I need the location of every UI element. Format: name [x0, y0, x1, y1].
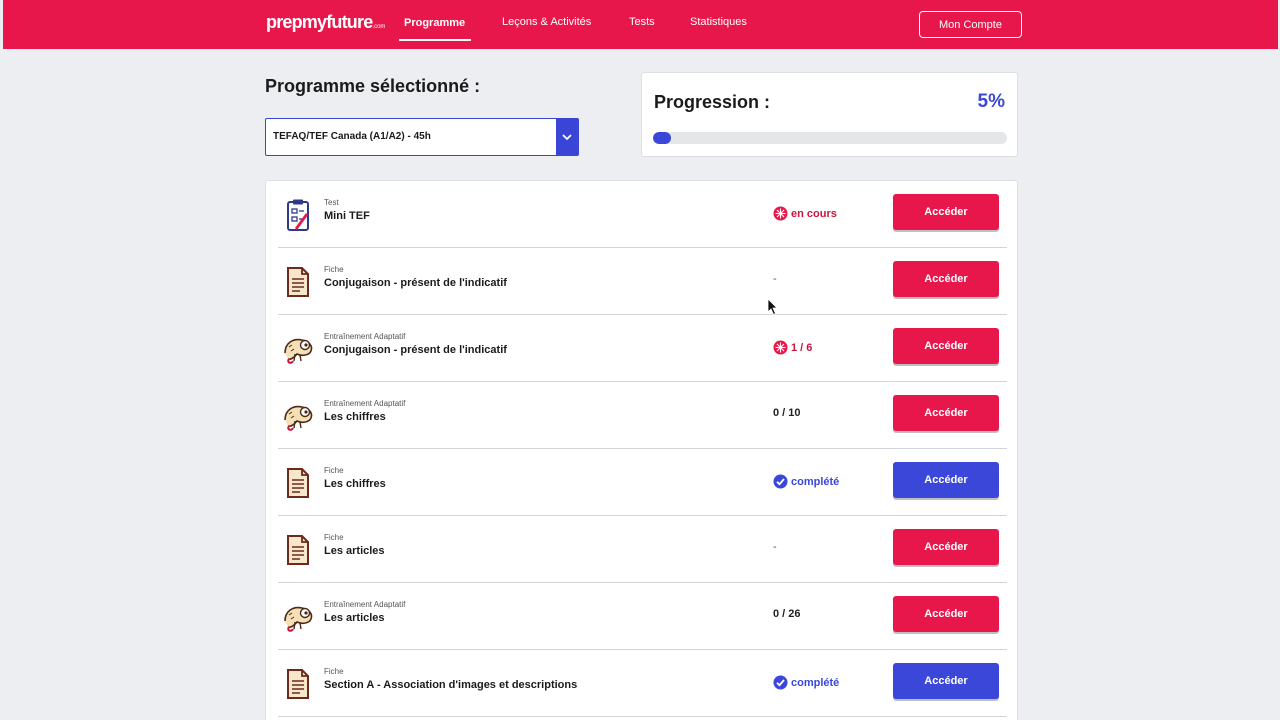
item-status-text: - — [773, 541, 777, 553]
list-item: Fiche Les articles - Accéder — [278, 516, 1007, 583]
item-status: - — [773, 273, 777, 285]
access-button[interactable]: Accéder — [893, 194, 999, 230]
logo[interactable]: prepmyfuture.com — [266, 12, 385, 33]
item-status: complété — [773, 675, 839, 690]
progress-bar — [653, 132, 1007, 144]
item-status-text: 1 / 6 — [791, 341, 813, 354]
item-status-text: 0 / 10 — [773, 407, 801, 419]
chameleon-icon — [280, 398, 316, 434]
mouse-cursor-icon — [767, 298, 778, 316]
item-type: Entraînement Adaptatif — [324, 399, 406, 408]
document-icon — [280, 666, 316, 702]
list-item: Entraînement Adaptatif Les articles 0 / 26… — [278, 583, 1007, 650]
program-select-value: TEFAQ/TEF Canada (A1/A2) - 45h — [273, 131, 431, 142]
item-type: Fiche — [324, 533, 344, 542]
top-navbar: prepmyfuture.com Programme Leçons & Acti… — [3, 0, 1278, 49]
program-selection-title: Programme sélectionné : — [265, 76, 481, 96]
item-status: 0 / 10 — [773, 407, 801, 419]
check-circle-icon — [773, 675, 788, 690]
progress-value: 5% — [977, 91, 1005, 112]
access-button[interactable]: Accéder — [893, 395, 999, 431]
item-type: Entraînement Adaptatif — [324, 332, 406, 341]
item-status: 0 / 26 — [773, 608, 801, 620]
account-button[interactable]: Mon Compte — [919, 11, 1022, 38]
item-type: Entraînement Adaptatif — [324, 600, 406, 609]
item-title: Les chiffres — [324, 478, 386, 490]
progress-card: Progression : 5% — [641, 72, 1018, 157]
access-button[interactable]: Accéder — [893, 328, 999, 364]
document-icon — [280, 264, 316, 300]
item-status-text: 0 / 26 — [773, 608, 801, 620]
item-status-text: - — [773, 273, 777, 285]
access-button[interactable]: Accéder — [893, 663, 999, 699]
item-title: Les chiffres — [324, 411, 386, 423]
item-title: Les articles — [324, 545, 385, 557]
in-progress-icon — [773, 340, 788, 355]
item-status: en cours — [773, 206, 837, 221]
item-type: Fiche — [324, 265, 344, 274]
item-title: Conjugaison - présent de l'indicatif — [324, 344, 507, 356]
activity-list: Test Mini TEF en cours Accéder Fiche Conjugai… — [265, 180, 1018, 720]
program-select[interactable]: TEFAQ/TEF Canada (A1/A2) - 45h — [265, 118, 579, 156]
item-title: Conjugaison - présent de l'indicatif — [324, 277, 507, 289]
logo-suffix: .com — [372, 24, 386, 30]
progress-bar-fill — [653, 132, 671, 144]
item-type: Fiche — [324, 466, 344, 475]
chameleon-icon — [280, 599, 316, 635]
nav-tests[interactable]: Tests — [629, 16, 655, 28]
item-title: Section A - Association d'images et desc… — [324, 679, 578, 691]
test-clipboard-icon — [280, 197, 316, 233]
chevron-down-icon[interactable] — [556, 119, 578, 155]
list-item: Entraînement Adaptatif Les chiffres 0 / 10… — [278, 382, 1007, 449]
nav-statistiques[interactable]: Statistiques — [690, 16, 747, 28]
document-icon — [280, 532, 316, 568]
item-title: Les articles — [324, 612, 385, 624]
chameleon-icon — [280, 331, 316, 367]
document-icon — [280, 465, 316, 501]
access-button[interactable]: Accéder — [893, 462, 999, 498]
list-item: Fiche Les chiffres complété Accéder — [278, 449, 1007, 516]
item-status-text: complété — [791, 475, 840, 488]
item-title: Mini TEF — [324, 210, 370, 222]
item-status-text: en cours — [791, 207, 837, 220]
list-item: Fiche Conjugaison - présent de l'indicati… — [278, 248, 1007, 315]
access-button[interactable]: Accéder — [893, 261, 999, 297]
item-status: - — [773, 541, 777, 553]
list-item: Fiche Section A - Association d'images et… — [278, 650, 1007, 717]
item-type: Fiche — [324, 667, 344, 676]
nav-active-underline — [399, 39, 471, 41]
logo-text: prepmyfuture — [266, 12, 373, 32]
access-button[interactable]: Accéder — [893, 529, 999, 565]
list-item: Entraînement Adaptatif Conjugaison - prés… — [278, 315, 1007, 382]
item-type: Test — [324, 198, 339, 207]
item-status: 1 / 6 — [773, 340, 812, 355]
nav-programme[interactable]: Programme — [404, 17, 465, 29]
item-status-text: complété — [791, 676, 840, 689]
access-button[interactable]: Accéder — [893, 596, 999, 632]
check-circle-icon — [773, 474, 788, 489]
in-progress-icon — [773, 206, 788, 221]
progress-label: Progression : — [654, 92, 771, 112]
list-item: Test Mini TEF en cours Accéder — [278, 181, 1007, 248]
item-status: complété — [773, 474, 839, 489]
nav-lecons-activites[interactable]: Leçons & Activités — [502, 16, 591, 28]
